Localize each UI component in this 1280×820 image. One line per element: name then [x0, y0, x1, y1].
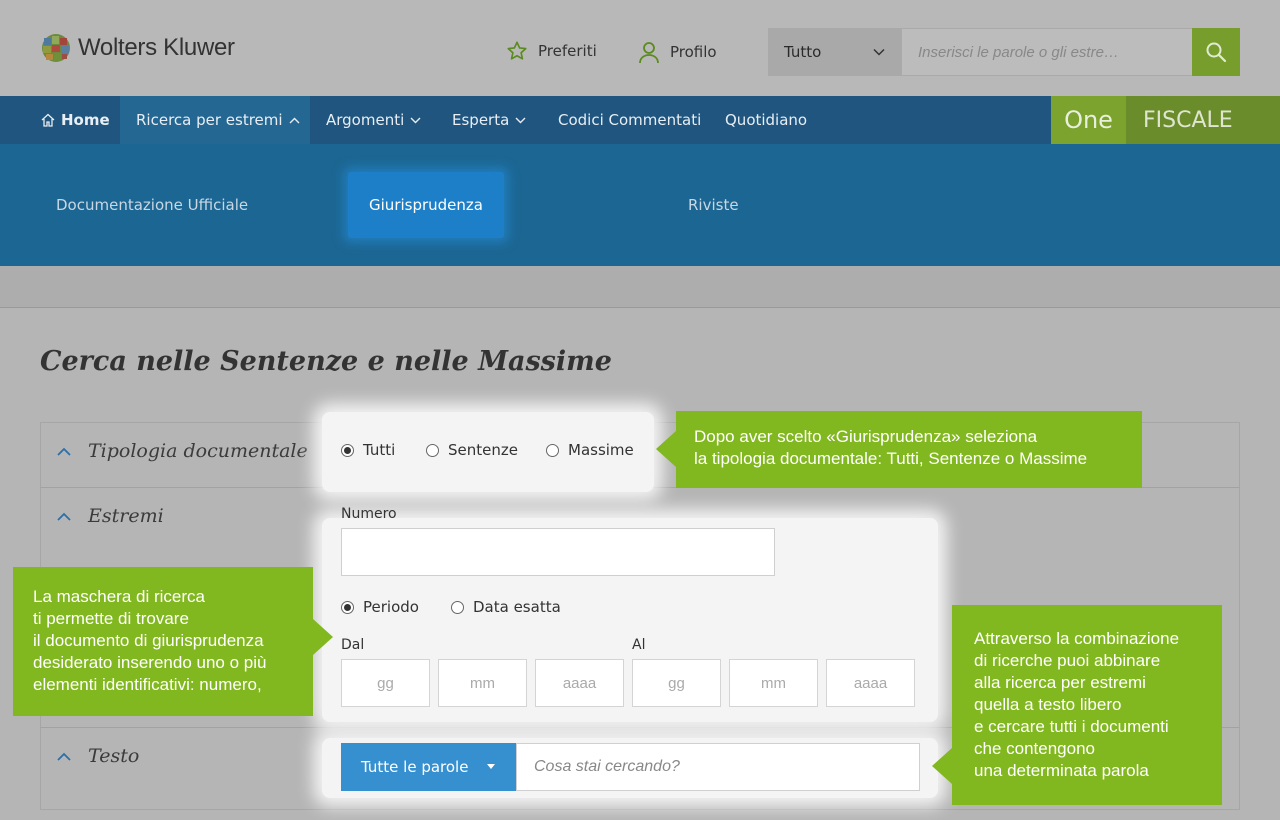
menu-riviste[interactable]: Riviste: [688, 196, 739, 214]
nav-home-label: Home: [61, 111, 110, 129]
search-button[interactable]: [1192, 28, 1240, 76]
chevron-down-icon: [873, 48, 885, 56]
nav-quotidiano[interactable]: Quotidiano: [725, 96, 807, 144]
product-fiscale-label: FISCALE: [1143, 107, 1233, 133]
radio-tutti[interactable]: Tutti: [341, 441, 395, 459]
menu-documentazione-ufficiale[interactable]: Documentazione Ufficiale: [56, 196, 248, 214]
callout-combinazione-text: Attraverso la combinazione di ricerche p…: [974, 629, 1180, 780]
section-estremi-toggle[interactable]: Estremi: [57, 505, 164, 527]
global-search-placeholder: Inserisci le parole o gli estre…: [918, 43, 1119, 61]
al-month-placeholder: mm: [761, 674, 786, 692]
dal-day-placeholder: gg: [377, 674, 394, 692]
radio-sentenze[interactable]: Sentenze: [426, 441, 518, 459]
dal-year-input[interactable]: aaaa: [535, 659, 624, 707]
al-month-input[interactable]: mm: [729, 659, 818, 707]
ricerca-dropdown-menu: Documentazione Ufficiale Riviste: [0, 144, 1280, 266]
chevron-up-icon: [289, 117, 300, 123]
nav-argomenti-label: Argomenti: [326, 111, 405, 129]
chevron-up-icon: [57, 447, 71, 456]
user-icon: [639, 42, 659, 64]
callout-tipologia-text: Dopo aver scelto «Giurisprudenza» selezi…: [694, 427, 1088, 468]
radio-massime[interactable]: Massime: [546, 441, 634, 459]
wolters-kluwer-logo-icon: [42, 34, 70, 62]
callout-combinazione: Attraverso la combinazione di ricerche p…: [952, 605, 1222, 805]
radio-circle: [546, 443, 559, 457]
menu-giurisprudenza-label: Giurisprudenza: [369, 196, 483, 214]
caret-down-icon: [487, 764, 495, 769]
al-day-placeholder: gg: [668, 674, 685, 692]
radio-tutti-label: Tutti: [363, 441, 396, 459]
callout-arrow: [313, 619, 333, 655]
global-search-input[interactable]: Inserisci le parole o gli estre…: [901, 28, 1193, 76]
al-day-input[interactable]: gg: [632, 659, 721, 707]
brand-logo[interactable]: Wolters Kluwer: [40, 33, 235, 63]
radio-circle: [426, 443, 439, 457]
text-mode-label: Tutte le parole: [361, 758, 469, 776]
page-title: Cerca nelle Sentenze e nelle Massime: [40, 346, 612, 377]
preferiti-link[interactable]: Preferiti: [506, 40, 597, 62]
chevron-down-icon: [515, 117, 526, 123]
section-testo-toggle[interactable]: Testo: [57, 745, 139, 767]
dal-month-placeholder: mm: [470, 674, 495, 692]
home-icon: [41, 113, 55, 127]
nav-esperta-label: Esperta: [452, 111, 510, 129]
brand-name: Wolters Kluwer: [78, 34, 235, 61]
menu-giurisprudenza[interactable]: Giurisprudenza: [348, 172, 504, 238]
nav-codici-commentati[interactable]: Codici Commentati: [558, 96, 701, 144]
nav-argomenti[interactable]: Argomenti: [326, 96, 421, 144]
radio-massime-label: Massime: [568, 441, 634, 459]
clipped-heading-fragment: [122, 256, 132, 270]
nav-ricerca-per-estremi[interactable]: Ricerca per estremi: [120, 96, 310, 144]
preferiti-label: Preferiti: [538, 42, 597, 60]
dal-label: Dal: [341, 637, 365, 653]
profilo-link[interactable]: Profilo: [638, 40, 717, 64]
product-fiscale-badge[interactable]: FISCALE: [1126, 96, 1280, 144]
chevron-down-icon: [410, 117, 421, 123]
nav-home[interactable]: Home: [40, 96, 110, 144]
section-tipologia-label: Tipologia documentale: [88, 440, 308, 462]
radio-circle: [451, 600, 464, 614]
radio-periodo[interactable]: Periodo: [341, 598, 419, 616]
callout-maschera-text: La maschera di ricerca ti permette di tr…: [33, 587, 267, 694]
search-icon: [1206, 42, 1227, 63]
callout-tipologia: Dopo aver scelto «Giurisprudenza» selezi…: [676, 411, 1142, 488]
profilo-label: Profilo: [670, 43, 717, 61]
al-year-placeholder: aaaa: [853, 674, 888, 692]
product-one-label: One: [1064, 106, 1113, 134]
numero-input[interactable]: [341, 528, 775, 576]
breadcrumb-strip: [0, 266, 1280, 308]
callout-arrow: [656, 431, 676, 467]
section-testo-label: Testo: [88, 745, 140, 767]
free-text-input[interactable]: Cosa stai cercando?: [516, 743, 920, 791]
callout-maschera: La maschera di ricerca ti permette di tr…: [13, 567, 313, 716]
radio-data-esatta[interactable]: Data esatta: [451, 598, 561, 616]
main-nav: Home Ricerca per estremi Argomenti Esper…: [0, 96, 1280, 144]
numero-label: Numero: [341, 506, 397, 522]
free-text-placeholder: Cosa stai cercando?: [534, 758, 680, 775]
product-one-badge[interactable]: One: [1051, 96, 1126, 144]
search-scope-select[interactable]: Tutto: [768, 28, 901, 76]
radio-periodo-label: Periodo: [363, 598, 419, 616]
dal-year-placeholder: aaaa: [562, 674, 597, 692]
nav-ricerca-label: Ricerca per estremi: [136, 111, 283, 129]
al-label: Al: [632, 637, 646, 653]
radio-data-esatta-label: Data esatta: [473, 598, 561, 616]
al-year-input[interactable]: aaaa: [826, 659, 915, 707]
radio-circle: [341, 443, 354, 457]
site-header: Wolters Kluwer Preferiti Profilo Tutto I…: [0, 0, 1280, 96]
radio-sentenze-label: Sentenze: [448, 441, 518, 459]
dal-day-input[interactable]: gg: [341, 659, 430, 707]
callout-arrow: [932, 748, 952, 784]
star-icon: [507, 41, 527, 60]
chevron-up-icon: [57, 752, 71, 761]
nav-esperta[interactable]: Esperta: [452, 96, 526, 144]
nav-codici-label: Codici Commentati: [558, 111, 702, 129]
nav-quotidiano-label: Quotidiano: [725, 111, 808, 129]
dal-month-input[interactable]: mm: [438, 659, 527, 707]
section-tipologia-toggle[interactable]: Tipologia documentale: [57, 440, 308, 462]
chevron-up-icon: [57, 512, 71, 521]
section-estremi-label: Estremi: [88, 505, 164, 527]
search-scope-value: Tutto: [784, 43, 822, 61]
radio-circle: [341, 600, 354, 614]
